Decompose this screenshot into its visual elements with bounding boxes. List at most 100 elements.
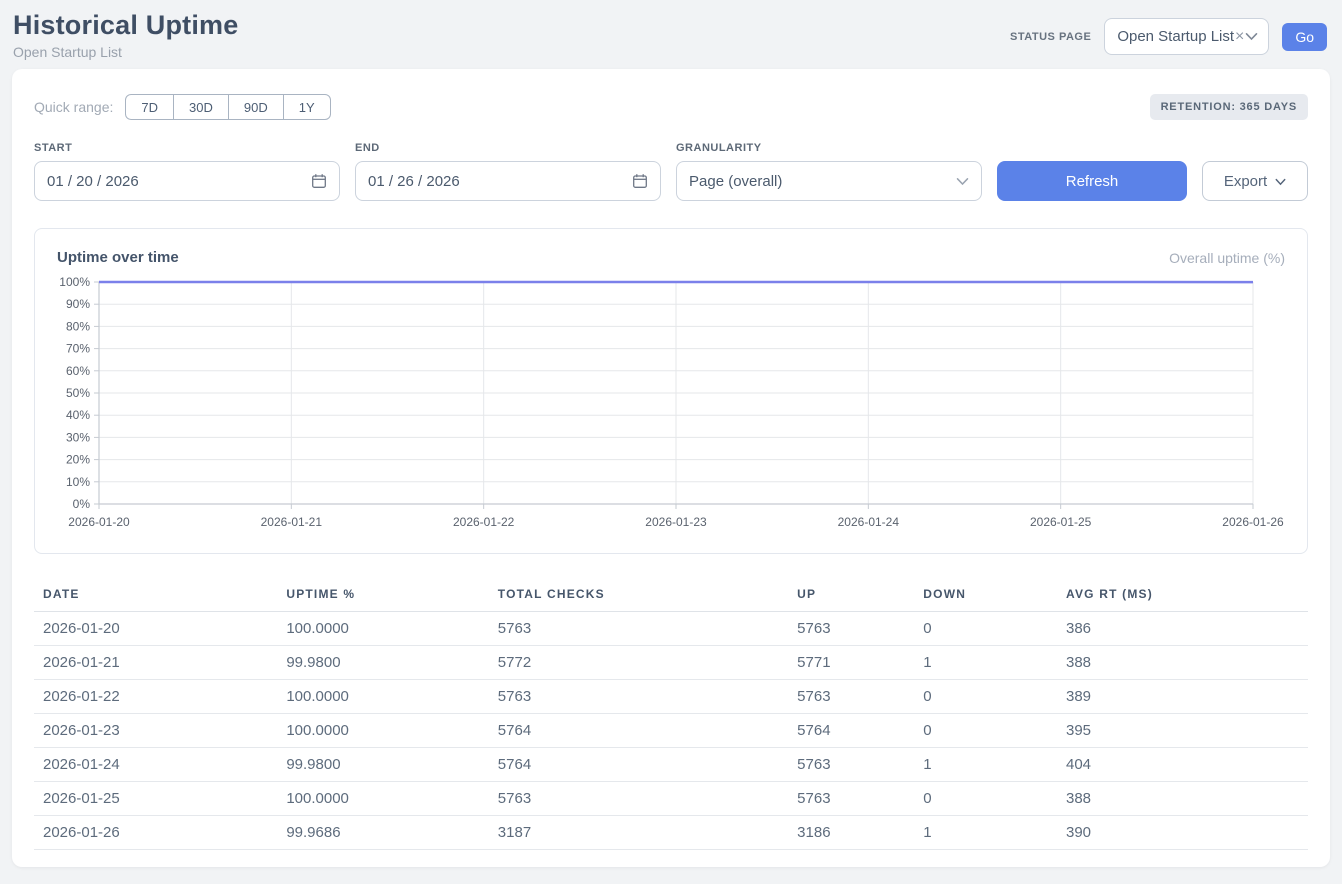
cell-total-checks: 5763 (489, 612, 788, 646)
retention-badge: RETENTION: 365 DAYS (1150, 94, 1308, 120)
y-axis-tick-label: 100% (59, 275, 90, 289)
uptime-chart-svg: 0%10%20%30%40%50%60%70%80%90%100%2026-01… (43, 274, 1295, 540)
cell-up: 5763 (788, 680, 914, 714)
table-row: 2026-01-20100.0000576357630386 (34, 612, 1308, 646)
cell-avg-rt-ms-: 386 (1057, 612, 1308, 646)
column-header-uptime-: UPTIME % (277, 578, 488, 612)
go-button[interactable]: Go (1282, 23, 1327, 51)
status-page-select[interactable]: Open Startup List × (1104, 18, 1269, 55)
y-axis-tick-label: 40% (66, 408, 90, 422)
y-axis-tick-label: 10% (66, 475, 90, 489)
cell-avg-rt-ms-: 388 (1057, 782, 1308, 816)
cell-date: 2026-01-20 (34, 612, 277, 646)
end-date-value: 01 / 26 / 2026 (368, 173, 460, 190)
y-axis-tick-label: 0% (73, 497, 91, 511)
table-row: 2026-01-25100.0000576357630388 (34, 782, 1308, 816)
cell-uptime-: 100.0000 (277, 714, 488, 748)
cell-avg-rt-ms-: 404 (1057, 748, 1308, 782)
cell-down: 1 (914, 748, 1057, 782)
column-header-up: UP (788, 578, 914, 612)
cell-uptime-: 99.9800 (277, 748, 488, 782)
x-axis-tick-label: 2026-01-26 (1222, 515, 1284, 529)
cell-down: 1 (914, 816, 1057, 850)
y-axis-tick-label: 60% (66, 364, 90, 378)
column-header-total-checks: TOTAL CHECKS (489, 578, 788, 612)
cell-down: 0 (914, 782, 1057, 816)
cell-total-checks: 3187 (489, 816, 788, 850)
x-axis-tick-label: 2026-01-24 (838, 515, 900, 529)
cell-date: 2026-01-21 (34, 646, 277, 680)
chart-legend-item[interactable]: Overall uptime (%) (1169, 250, 1285, 266)
cell-total-checks: 5764 (489, 748, 788, 782)
granularity-select[interactable]: Page (overall) (676, 161, 982, 201)
cell-avg-rt-ms-: 389 (1057, 680, 1308, 714)
clear-icon[interactable]: × (1235, 29, 1244, 45)
start-date-value: 01 / 20 / 2026 (47, 173, 139, 190)
quick-range-group: 7D30D90D1Y (125, 94, 330, 120)
x-axis-tick-label: 2026-01-22 (453, 515, 515, 529)
chevron-down-icon (1245, 32, 1258, 41)
title-block: Historical Uptime Open Startup List (13, 10, 238, 60)
table-row: 2026-01-23100.0000576457640395 (34, 714, 1308, 748)
cell-avg-rt-ms-: 395 (1057, 714, 1308, 748)
quick-range-30d-button[interactable]: 30D (173, 94, 229, 120)
cell-down: 0 (914, 714, 1057, 748)
calendar-icon[interactable] (632, 173, 648, 189)
cell-total-checks: 5772 (489, 646, 788, 680)
chevron-down-icon (1275, 173, 1286, 190)
quick-range-label: Quick range: (34, 99, 113, 115)
y-axis-tick-label: 90% (66, 297, 90, 311)
x-axis-tick-label: 2026-01-20 (68, 515, 130, 529)
end-date-input[interactable]: 01 / 26 / 2026 (355, 161, 661, 201)
x-axis-tick-label: 2026-01-23 (645, 515, 707, 529)
quick-range-1y-button[interactable]: 1Y (283, 94, 331, 120)
start-date-label: START (34, 142, 340, 154)
y-axis-tick-label: 20% (66, 453, 90, 467)
cell-uptime-: 100.0000 (277, 680, 488, 714)
cell-date: 2026-01-22 (34, 680, 277, 714)
granularity-label: GRANULARITY (676, 142, 982, 154)
cell-up: 5764 (788, 714, 914, 748)
content-panel: Quick range: 7D30D90D1Y RETENTION: 365 D… (12, 69, 1330, 867)
cell-uptime-: 100.0000 (277, 612, 488, 646)
cell-uptime-: 99.9800 (277, 646, 488, 680)
cell-up: 5771 (788, 646, 914, 680)
start-date-field: START 01 / 20 / 2026 (34, 142, 340, 201)
page-title: Historical Uptime (13, 10, 238, 41)
quick-range-90d-button[interactable]: 90D (228, 94, 284, 120)
column-header-avg-rt-ms-: AVG RT (MS) (1057, 578, 1308, 612)
status-page-value: Open Startup List (1117, 28, 1234, 45)
calendar-icon[interactable] (311, 173, 327, 189)
cell-uptime-: 100.0000 (277, 782, 488, 816)
column-header-down: DOWN (914, 578, 1057, 612)
export-button-label: Export (1224, 173, 1267, 190)
column-header-date: DATE (34, 578, 277, 612)
refresh-button[interactable]: Refresh (997, 161, 1187, 201)
cell-up: 3186 (788, 816, 914, 850)
y-axis-tick-label: 80% (66, 319, 90, 333)
export-button[interactable]: Export (1202, 161, 1308, 201)
y-axis-tick-label: 70% (66, 342, 90, 356)
status-page-controls: STATUS PAGE Open Startup List × Go (1010, 18, 1327, 55)
table-header-row: DATEUPTIME %TOTAL CHECKSUPDOWNAVG RT (MS… (34, 578, 1308, 612)
cell-up: 5763 (788, 612, 914, 646)
chart-title: Uptime over time (57, 249, 179, 266)
table-row: 2026-01-2499.9800576457631404 (34, 748, 1308, 782)
end-date-label: END (355, 142, 661, 154)
filter-controls-row: START 01 / 20 / 2026 END 01 / 26 / 2026 … (34, 142, 1308, 201)
page-subtitle: Open Startup List (13, 44, 238, 60)
cell-date: 2026-01-23 (34, 714, 277, 748)
cell-date: 2026-01-26 (34, 816, 277, 850)
start-date-input[interactable]: 01 / 20 / 2026 (34, 161, 340, 201)
cell-up: 5763 (788, 782, 914, 816)
end-date-field: END 01 / 26 / 2026 (355, 142, 661, 201)
cell-avg-rt-ms-: 388 (1057, 646, 1308, 680)
cell-uptime-: 99.9686 (277, 816, 488, 850)
granularity-field: GRANULARITY Page (overall) (676, 142, 982, 201)
x-axis-tick-label: 2026-01-25 (1030, 515, 1092, 529)
quick-range-row: Quick range: 7D30D90D1Y RETENTION: 365 D… (34, 94, 1308, 120)
cell-down: 1 (914, 646, 1057, 680)
quick-range-7d-button[interactable]: 7D (125, 94, 174, 120)
cell-date: 2026-01-25 (34, 782, 277, 816)
x-axis-tick-label: 2026-01-21 (261, 515, 323, 529)
